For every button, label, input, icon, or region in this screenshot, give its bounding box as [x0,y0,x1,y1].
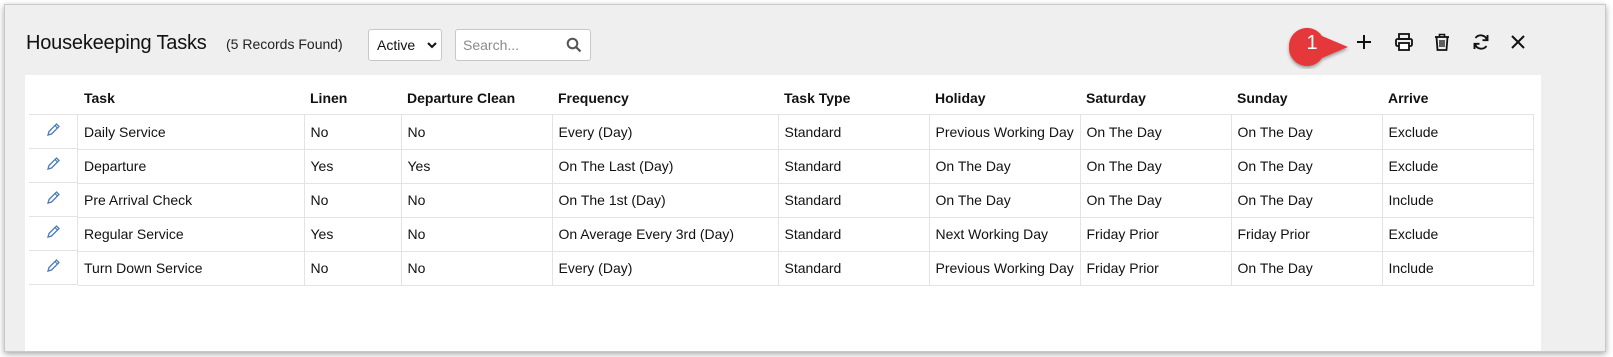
cell-linen: No [304,114,402,150]
cell-holiday: Previous Working Day [929,251,1081,286]
cell-sunday: On The Day [1231,114,1383,150]
print-button[interactable] [1391,31,1417,57]
cell-arrive: Exclude [1382,149,1534,184]
refresh-icon [1471,32,1491,57]
pencil-icon [45,258,61,277]
column-header-edit [29,81,78,115]
cell-sunday: On The Day [1231,251,1383,286]
cell-frequency: On The Last (Day) [552,149,779,184]
tasks-panel: Task Linen Departure Clean Frequency Tas… [25,75,1541,351]
pencil-icon [45,156,61,175]
cell-linen: Yes [304,217,402,252]
pencil-icon [45,190,61,209]
cell-departure-clean: No [401,251,553,286]
cell-task-type: Standard [778,217,930,252]
close-icon [1510,34,1526,55]
cell-task: Departure [78,149,305,184]
cell-task: Pre Arrival Check [78,183,305,218]
cell-holiday: On The Day [929,149,1081,184]
page-title: Housekeeping Tasks [26,32,207,54]
column-header-task-type[interactable]: Task Type [778,81,929,115]
cell-arrive: Include [1382,251,1534,286]
cell-saturday: Friday Prior [1080,217,1232,252]
column-header-frequency[interactable]: Frequency [552,81,778,115]
cell-task: Regular Service [78,217,305,252]
table-header-row: Task Linen Departure Clean Frequency Tas… [29,81,1533,115]
cell-task: Turn Down Service [78,251,305,286]
edit-button[interactable] [29,115,78,149]
cell-departure-clean: No [401,114,553,150]
cell-saturday: Friday Prior [1080,251,1232,286]
column-header-saturday[interactable]: Saturday [1080,81,1231,115]
cell-task-type: Standard [778,251,930,286]
chevron-down-icon [423,36,441,54]
status-filter-select[interactable]: Active [368,29,442,61]
cell-task: Daily Service [78,114,305,150]
search-box [455,29,591,61]
cell-frequency: Every (Day) [552,114,779,150]
edit-button[interactable] [29,149,78,183]
cell-frequency: On Average Every 3rd (Day) [552,217,779,252]
cell-holiday: Next Working Day [929,217,1081,252]
refresh-button[interactable] [1468,31,1494,57]
tasks-table: Task Linen Departure Clean Frequency Tas… [29,81,1534,286]
table-row[interactable]: Daily Service No No Every (Day) Standard… [29,114,1534,150]
column-header-holiday[interactable]: Holiday [929,81,1080,115]
add-button[interactable] [1351,31,1377,57]
edit-button[interactable] [29,217,78,251]
cell-sunday: On The Day [1231,183,1383,218]
cell-frequency: Every (Day) [552,251,779,286]
print-icon [1394,32,1414,57]
edit-button[interactable] [29,183,78,217]
table-row[interactable]: Departure Yes Yes On The Last (Day) Stan… [29,149,1534,184]
search-icon[interactable] [566,37,582,53]
cell-arrive: Exclude [1382,114,1534,150]
pencil-icon [45,122,61,141]
cell-saturday: On The Day [1080,114,1232,150]
cell-departure-clean: No [401,183,553,218]
callout-marker [1288,27,1348,67]
cell-task-type: Standard [778,183,930,218]
cell-arrive: Include [1382,183,1534,218]
cell-frequency: On The 1st (Day) [552,183,779,218]
column-header-departure-clean[interactable]: Departure Clean [401,81,552,115]
table-row[interactable]: Turn Down Service No No Every (Day) Stan… [29,251,1534,286]
edit-button[interactable] [29,251,78,285]
delete-button[interactable] [1429,31,1455,57]
trash-icon [1433,32,1451,57]
pencil-icon [45,224,61,243]
page-header: Housekeeping Tasks (5 Records Found) Act… [5,5,1605,79]
cell-sunday: Friday Prior [1231,217,1383,252]
cell-linen: No [304,251,402,286]
cell-sunday: On The Day [1231,149,1383,184]
column-header-task[interactable]: Task [78,81,304,115]
cell-departure-clean: No [401,217,553,252]
cell-task-type: Standard [778,114,930,150]
table-row[interactable]: Pre Arrival Check No No On The 1st (Day)… [29,183,1534,218]
cell-linen: No [304,183,402,218]
column-header-linen[interactable]: Linen [304,81,401,115]
search-input[interactable] [456,30,563,60]
table-row[interactable]: Regular Service Yes No On Average Every … [29,217,1534,252]
housekeeping-tasks-window: Housekeeping Tasks (5 Records Found) Act… [4,4,1606,352]
status-filter-value: Active [377,37,416,53]
cell-holiday: Previous Working Day [929,114,1081,150]
cell-linen: Yes [304,149,402,184]
records-count: (5 Records Found) [226,36,343,52]
cell-arrive: Exclude [1382,217,1534,252]
cell-departure-clean: Yes [401,149,553,184]
plus-icon [1355,33,1373,56]
column-header-arrive[interactable]: Arrive [1382,81,1533,115]
callout-number: 1 [1306,32,1318,54]
cell-saturday: On The Day [1080,183,1232,218]
cell-saturday: On The Day [1080,149,1232,184]
cell-task-type: Standard [778,149,930,184]
cell-holiday: On The Day [929,183,1081,218]
close-button[interactable] [1505,31,1531,57]
column-header-sunday[interactable]: Sunday [1231,81,1382,115]
